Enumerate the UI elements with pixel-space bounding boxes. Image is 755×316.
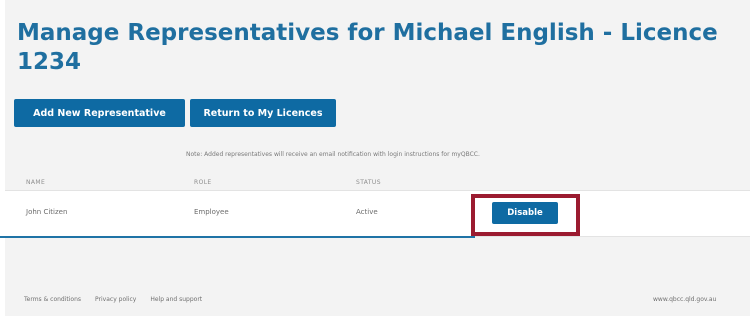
column-header-name: NAME	[26, 179, 46, 186]
table-row: John Citizen Employee Active Disable	[5, 191, 750, 237]
footer-link-privacy[interactable]: Privacy policy	[95, 296, 136, 304]
footer-link-help[interactable]: Help and support	[150, 296, 202, 304]
highlight-box	[471, 194, 580, 236]
callout-line	[0, 236, 475, 238]
column-header-status: STATUS	[356, 179, 381, 186]
cell-role: Employee	[194, 208, 229, 216]
cell-name: John Citizen	[26, 208, 68, 216]
notification-note: Note: Added representatives will receive…	[186, 151, 480, 158]
footer-link-terms[interactable]: Terms & conditions	[24, 296, 81, 304]
add-new-representative-button[interactable]: Add New Representative	[14, 99, 185, 127]
footer-site-url: www.qbcc.qld.gov.au	[653, 296, 717, 303]
column-header-role: ROLE	[194, 179, 212, 186]
footer-links: Terms & conditions Privacy policy Help a…	[24, 296, 202, 304]
return-to-my-licences-button[interactable]: Return to My Licences	[190, 99, 336, 127]
page-title: Manage Representatives for Michael Engli…	[17, 20, 718, 75]
cell-status: Active	[356, 208, 378, 216]
